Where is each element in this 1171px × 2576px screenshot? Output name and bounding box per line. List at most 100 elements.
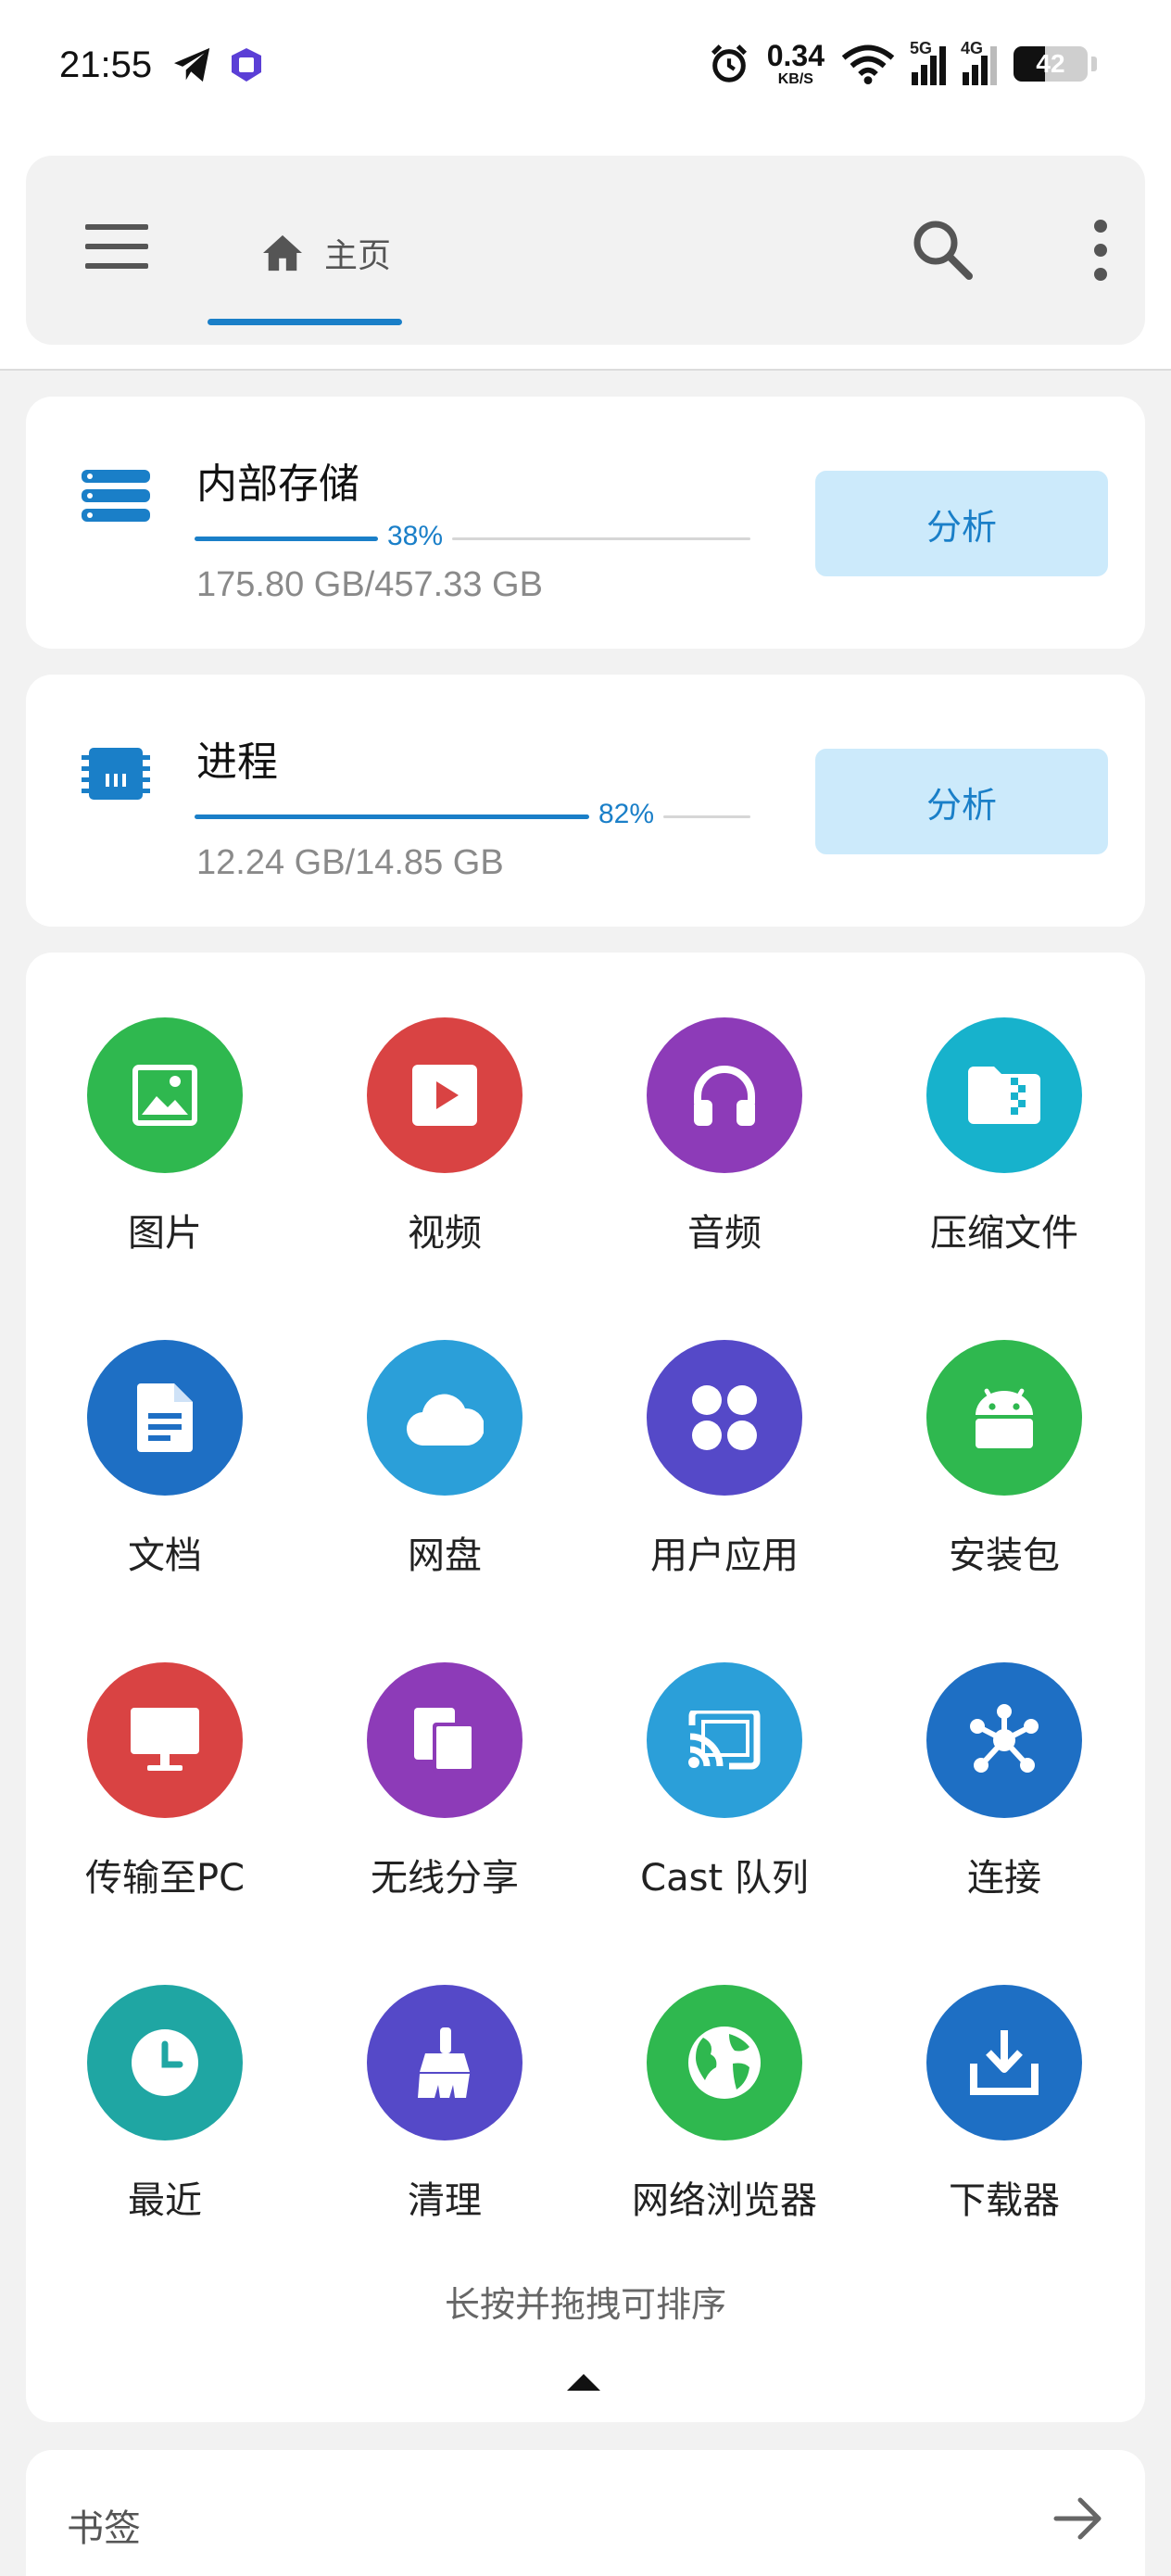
grid-item-audio[interactable]: 音频 [586,1017,863,1295]
more-vert-icon[interactable] [1073,213,1128,287]
grid-item-circle [926,1017,1082,1173]
grid-item-label: 无线分享 [371,1857,519,1900]
grid-item-circle [367,1985,523,2140]
network-icon [970,1704,1039,1773]
grid-item-circle [647,1017,802,1173]
process-progress-rest [663,815,750,818]
status-bar: 21:55 0.34 KB/S 5G 4G 42 [0,0,1171,139]
grid-item-label: 最近 [128,2179,202,2222]
toolbar: 主页 [26,156,1145,345]
grid-item-label: Cast 队列 [640,1857,809,1900]
wifi-icon [841,44,895,84]
collapse-arrow-icon[interactable] [567,2374,600,2391]
storage-progress-used [195,537,378,541]
net-speed-value: 0.34 [766,39,825,72]
storage-progress-rest [452,537,750,540]
process-analyze-button[interactable]: 分析 [815,749,1108,854]
grid-item-label: 视频 [408,1212,482,1255]
home-icon [263,234,302,271]
grid-item-label: 图片 [128,1212,202,1255]
process-progress: 82% [195,799,750,830]
storage-sizes: 175.80 GB/457.33 GB [196,565,543,604]
arrow-right-icon[interactable] [1051,2491,1106,2546]
battery-level: 42 [1036,49,1065,78]
tab-indicator [208,319,402,325]
signal-4g-icon: 4G [961,39,997,85]
storage-title: 内部存储 [196,461,359,508]
internal-storage-card[interactable]: 内部存储 38% 175.80 GB/457.33 GB 分析 [26,397,1145,649]
grid-item-circle [367,1662,523,1818]
grid-item-circle [647,1340,802,1496]
grid-item-transfer-to-pc[interactable]: 传输至PC [26,1662,304,1940]
process-progress-used [195,814,589,819]
grid-item-videos[interactable]: 视频 [306,1017,584,1295]
signal-4g-label: 4G [961,39,984,57]
cloud-icon [406,1394,484,1446]
grid-item-label: 下载器 [949,2179,1060,2222]
android-icon [976,1388,1033,1448]
document-icon [137,1383,193,1452]
storage-progress: 38% [195,521,750,552]
grid-item-documents[interactable]: 文档 [26,1340,304,1618]
grid-item-cast-queue[interactable]: Cast 队列 [586,1662,863,1940]
grid-item-label: 压缩文件 [930,1212,1078,1255]
storage-icon [82,470,150,522]
telegram-icon [174,47,210,82]
grid-item-circle [926,1985,1082,2140]
tab-home[interactable]: 主页 [208,211,402,295]
grid-item-apks[interactable]: 安装包 [865,1340,1143,1618]
grid-item-clean[interactable]: 清理 [306,1985,584,2263]
grid-item-connections[interactable]: 连接 [865,1662,1143,1940]
process-title: 进程 [196,739,278,786]
grid-item-circle [647,1985,802,2140]
broom-icon [418,2027,470,2098]
grid-item-cloud[interactable]: 网盘 [306,1340,584,1618]
grid-item-recent[interactable]: 最近 [26,1985,304,2263]
chip-icon [82,748,150,800]
video-icon [412,1065,477,1126]
grid-item-web-browser[interactable]: 网络浏览器 [586,1985,863,2263]
grid-item-label: 传输至PC [84,1857,246,1900]
share-devices-icon [414,1708,475,1773]
bookmarks-card[interactable]: 书签 [26,2450,1145,2576]
category-grid-card: 图片 视频 音频 压缩文件 文档 网盘 用户应用 安装包 传输至PC 无线分享 … [26,953,1145,2422]
signal-5g-label: 5G [910,39,933,57]
battery-tip [1091,57,1097,71]
grid-item-label: 清理 [408,2179,482,2222]
tab-home-label: 主页 [324,237,392,275]
status-left-icons [172,46,265,83]
grid-item-circle [87,1017,243,1173]
storage-analyze-button[interactable]: 分析 [815,471,1108,576]
menu-icon[interactable] [85,221,148,272]
status-right-icons: 0.34 KB/S 5G 4G 42 [708,39,1097,87]
app-bar: 主页 [0,139,1171,371]
grid-item-circle [926,1662,1082,1818]
clock-icon [132,2029,198,2096]
grid-item-user-apps[interactable]: 用户应用 [586,1340,863,1618]
grid-item-label: 安装包 [949,1534,1060,1577]
grid-item-circle [647,1662,802,1818]
grid-item-downloader[interactable]: 下载器 [865,1985,1143,2263]
grid-item-images[interactable]: 图片 [26,1017,304,1295]
monitor-icon [131,1708,199,1771]
image-icon [132,1065,197,1126]
grid-item-label: 音频 [687,1212,762,1255]
reorder-hint: 长按并拖拽可排序 [444,2284,726,2325]
status-time: 21:55 [59,44,153,85]
archive-icon [968,1067,1040,1124]
grid-item-label: 连接 [967,1857,1041,1900]
process-card[interactable]: 进程 82% 12.24 GB/14.85 GB 分析 [26,675,1145,927]
net-speed: 0.34 KB/S [767,41,825,87]
download-icon [970,2030,1039,2095]
cast-icon [688,1711,761,1770]
apps-icon [692,1385,757,1450]
grid-item-wireless-share[interactable]: 无线分享 [306,1662,584,1940]
search-icon[interactable] [906,213,980,287]
grid-item-circle [367,1017,523,1173]
headphones-icon [694,1066,755,1126]
grid-item-circle [367,1340,523,1496]
grid-item-archives[interactable]: 压缩文件 [865,1017,1143,1295]
process-sizes: 12.24 GB/14.85 GB [196,843,504,882]
net-speed-unit: KB/S [777,71,813,87]
grid-item-label: 网盘 [408,1534,482,1577]
